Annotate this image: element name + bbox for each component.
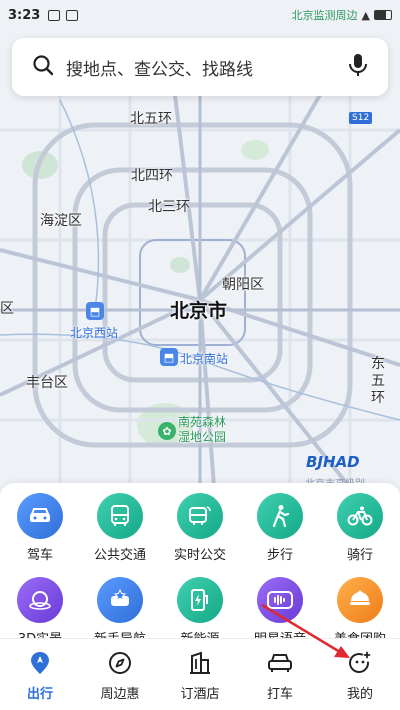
map-label-haidian: 海淀区 [40,213,82,229]
microphone-icon[interactable] [348,53,368,81]
bus-icon [97,493,143,539]
food-icon [337,577,383,623]
map-label-fengtai: 丰台区 [26,375,68,391]
feature-grid: 驾车 公共交通 实时公交 步行 骑行 [0,493,400,647]
tab-taxi[interactable]: 打车 [240,639,320,710]
notification-text: 北京监测周边 [291,9,358,22]
map-label-south-station: 北京南站 [180,352,229,366]
feature-label: 公共交通 [93,548,146,563]
image-notification-icon [48,9,61,21]
feature-public-transit[interactable]: 公共交通 [80,493,160,563]
3d-scene-icon [17,577,63,623]
map-label-north-5th-ring: 北五环 [130,111,172,127]
train-station-icon: ⬒ [86,302,104,320]
tab-profile[interactable]: 我的 [320,639,400,710]
feature-walk[interactable]: 步行 [240,493,320,563]
bike-icon [337,493,383,539]
tab-label: 打车 [266,687,293,702]
voice-wave-icon [257,577,303,623]
tab-label: 出行 [26,687,53,702]
search-bar[interactable]: 搜地点、查公交、找路线 [12,38,388,96]
road-badge: S12 [349,112,373,124]
search-input[interactable]: 搜地点、查公交、找路线 [66,55,348,80]
signal-icon: ▲ [361,8,370,22]
tab-label: 周边惠 [100,687,140,702]
map-label-east-5th-ring: 东五环 [371,356,385,406]
feature-new-energy[interactable]: 新能源 [160,577,240,647]
status-bar: 3:23 北京监测周边 ▲ [0,0,400,30]
map-label-west-station: 北京西站 [70,326,119,340]
feature-label: 骑行 [346,548,373,563]
taxi-icon [267,651,293,679]
feature-celebrity-voice[interactable]: 明星语音 [240,577,320,647]
feature-label: 实时公交 [173,548,226,563]
search-icon[interactable] [32,54,54,80]
tab-nearby-deals[interactable]: 周边惠 [80,639,160,710]
realtime-bus-icon [177,493,223,539]
tab-hotel[interactable]: 订酒店 [160,639,240,710]
feature-3d-scene[interactable]: 3D实景 [0,577,80,647]
map-label-north-4th-ring: 北四环 [131,168,173,184]
park-icon: ✿ [158,422,176,440]
location-pin-icon [29,651,51,679]
bottom-tab-bar: 出行 周边惠 订酒店 打车 我的 [0,638,400,710]
profile-icon [348,651,372,679]
feature-label: 驾车 [26,548,53,563]
battery-icon [374,10,392,20]
tab-label: 我的 [346,687,373,702]
feature-label: 步行 [266,548,293,563]
walk-icon [257,493,303,539]
beginner-nav-icon [97,577,143,623]
map-label-chaoyang: 朝阳区 [222,277,264,293]
car-icon [17,493,63,539]
bjhad-logo: BJHAD [306,453,360,471]
charging-icon [177,577,223,623]
map-label-west-edge: 区 [0,301,14,317]
train-station-icon: ⬒ [160,348,178,366]
feature-bike[interactable]: 骑行 [320,493,400,563]
feature-food-deals[interactable]: 美食团购 [320,577,400,647]
feature-drive[interactable]: 驾车 [0,493,80,563]
feature-realtime-bus[interactable]: 实时公交 [160,493,240,563]
map-label-park: 南苑森林 湿地公园 [178,415,227,444]
compass-icon [108,651,132,679]
status-time: 3:23 [8,7,41,23]
map-label-city: 北京市 [170,300,228,322]
notification-icon [66,9,79,21]
feature-beginner-nav[interactable]: 新手导航 [80,577,160,647]
hotel-icon [188,651,212,679]
tab-label: 订酒店 [180,687,220,702]
tab-travel[interactable]: 出行 [0,639,80,710]
map-label-north-3rd-ring: 北三环 [148,199,190,215]
